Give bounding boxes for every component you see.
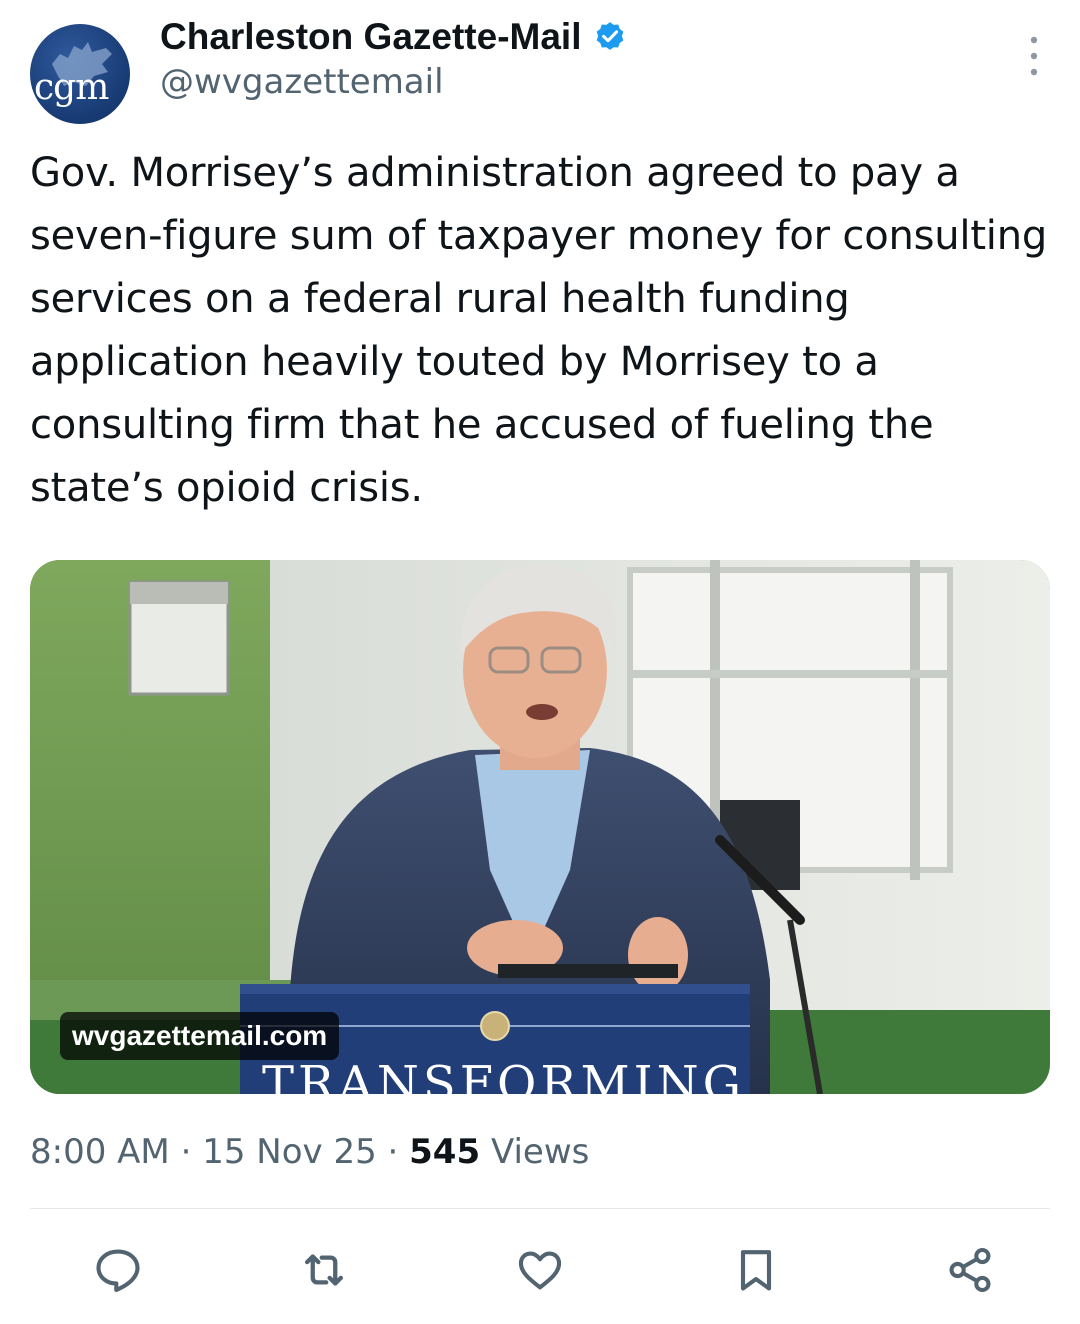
bookmark-button[interactable] — [726, 1240, 786, 1300]
views-label: Views — [490, 1132, 590, 1172]
reply-icon — [96, 1249, 140, 1292]
tweet-date[interactable]: 15 Nov 25 — [202, 1132, 377, 1172]
like-button[interactable] — [510, 1240, 570, 1300]
reply-button[interactable] — [88, 1240, 148, 1300]
media-domain-label[interactable]: wvgazettemail.com — [60, 1012, 340, 1060]
more-options-icon[interactable] — [1026, 34, 1042, 78]
media-image[interactable]: TRANSFORMING wvgazettemail.com — [30, 560, 1050, 1094]
retweet-icon — [304, 1254, 344, 1286]
name-row: Charleston Gazette-Mail — [160, 16, 627, 58]
share-icon — [949, 1247, 991, 1293]
views-count: 545 — [409, 1132, 481, 1172]
like-icon — [518, 1251, 562, 1290]
podium-text: TRANSFORMING — [262, 1056, 745, 1094]
display-name[interactable]: Charleston Gazette-Mail — [160, 16, 581, 58]
share-button[interactable] — [940, 1240, 1000, 1300]
tweet-meta: 8:00 AM · 15 Nov 25 · 545 Views — [30, 1132, 589, 1172]
verified-badge-icon — [597, 22, 624, 50]
tweet-text: Gov. Morrisey’s administration agreed to… — [30, 150, 1048, 511]
bookmark-icon — [740, 1250, 772, 1291]
retweet-button[interactable] — [294, 1240, 354, 1300]
meta-separator: · — [169, 1132, 203, 1172]
avatar-logo-text: cgm — [34, 67, 109, 108]
handle[interactable]: @wvgazettemail — [160, 62, 444, 102]
tweet-header: cgm Charleston Gazette-Mail @wvgazettema… — [30, 14, 1050, 124]
tweet-time[interactable]: 8:00 AM — [30, 1132, 170, 1172]
divider — [30, 1208, 1050, 1209]
meta-separator: · — [376, 1132, 410, 1172]
avatar[interactable]: cgm — [30, 24, 130, 124]
action-bar — [0, 1240, 1080, 1300]
